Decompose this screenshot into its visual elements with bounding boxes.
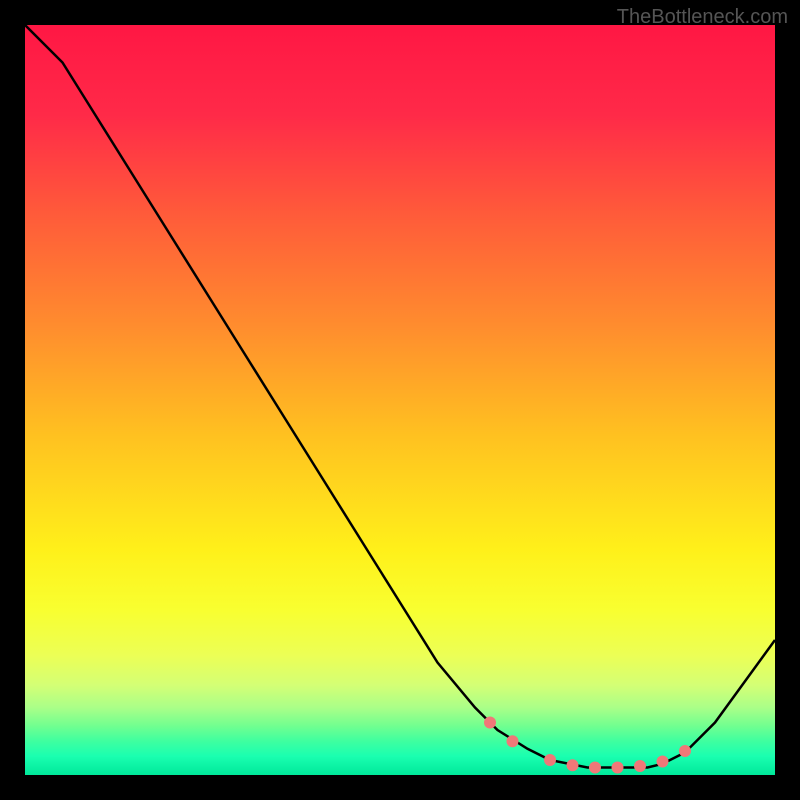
marker-point xyxy=(634,760,646,772)
marker-point xyxy=(679,745,691,757)
curve-layer xyxy=(25,25,775,775)
marker-point xyxy=(589,762,601,774)
marker-point xyxy=(507,735,519,747)
plot-area xyxy=(25,25,775,775)
watermark-text: TheBottleneck.com xyxy=(617,6,788,29)
marker-point xyxy=(612,762,624,774)
bottleneck-curve xyxy=(25,25,775,768)
marker-point xyxy=(657,756,669,768)
highlight-markers xyxy=(484,717,691,774)
marker-point xyxy=(544,754,556,766)
marker-point xyxy=(484,717,496,729)
marker-point xyxy=(567,759,579,771)
